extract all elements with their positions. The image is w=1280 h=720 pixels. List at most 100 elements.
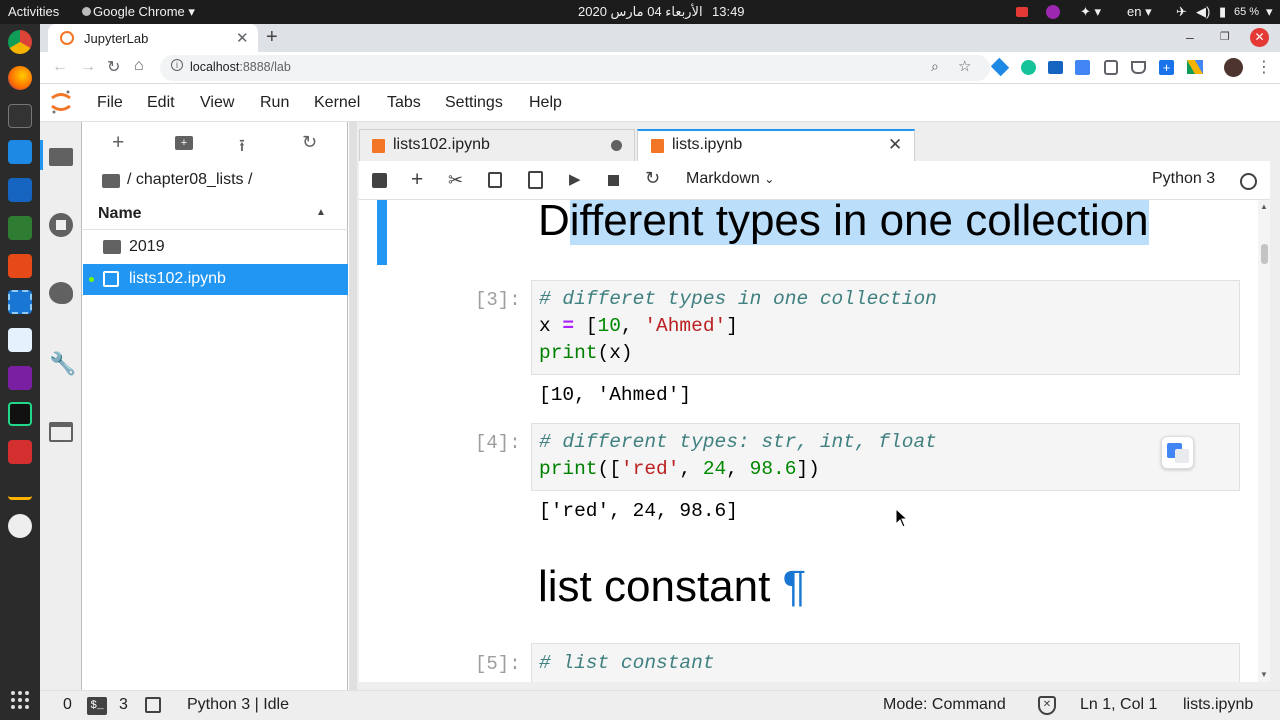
menu-help[interactable]: Help	[529, 94, 562, 112]
close-tab-icon[interactable]: ✕	[236, 29, 249, 47]
wrench-icon[interactable]: 🔧	[49, 352, 76, 376]
file-list-header[interactable]: Name ▲	[83, 200, 348, 230]
system-menu-chevron[interactable]: ▾	[1266, 4, 1273, 20]
code-cell-input[interactable]: # differet types in one collection x = […	[531, 280, 1240, 375]
drive-icon[interactable]	[1187, 60, 1203, 74]
notes-dock-icon[interactable]	[8, 328, 32, 352]
calc-dock-icon[interactable]	[8, 216, 32, 240]
translate-extension-icon[interactable]	[1075, 60, 1090, 75]
bookmark-star-icon[interactable]: ☆	[958, 57, 971, 75]
cursor-position[interactable]: Ln 1, Col 1	[1080, 696, 1157, 714]
firefox-dock-icon[interactable]	[8, 66, 32, 90]
scroll-down-arrow-icon[interactable]: ▼	[1260, 670, 1268, 679]
menu-edit[interactable]: Edit	[147, 94, 175, 112]
menu-kernel[interactable]: Kernel	[314, 94, 360, 112]
restart-icon[interactable]: ↻	[645, 168, 660, 189]
folder-icon[interactable]	[49, 148, 73, 166]
notebook-content[interactable]: Different types in one collection [3]: #…	[359, 200, 1258, 682]
extension-icon[interactable]	[1046, 5, 1060, 19]
search-dock-icon[interactable]	[8, 514, 32, 538]
new-launcher-icon[interactable]: +	[112, 131, 124, 155]
save-icon[interactable]	[372, 173, 387, 188]
url-text[interactable]: localhost:8888/lab	[190, 60, 291, 74]
airplane-icon[interactable]: ✈	[1176, 4, 1187, 20]
insert-cell-icon[interactable]: +	[411, 168, 423, 192]
restore-window-button[interactable]: ❐	[1220, 30, 1230, 43]
close-window-button[interactable]: ✕	[1250, 28, 1269, 47]
markdown-heading-1[interactable]: Different types in one collection	[538, 200, 1149, 246]
running-icon[interactable]	[49, 213, 73, 237]
extension-ext3-icon[interactable]	[1104, 60, 1118, 75]
code-cell-input[interactable]: # different types: str, int, float print…	[531, 423, 1240, 491]
volume-icon[interactable]: ◀)	[1196, 4, 1210, 20]
record-icon[interactable]	[1016, 7, 1028, 17]
upload-icon[interactable]: ⭱	[239, 133, 245, 162]
notebook-tab[interactable]: lists102.ipynb	[359, 129, 635, 161]
home-icon[interactable]: ⌂	[134, 57, 144, 75]
chrome-menu-icon[interactable]: ⋮	[1256, 57, 1272, 77]
pen-dock-icon[interactable]	[8, 476, 32, 500]
translate-icon[interactable]	[1161, 436, 1194, 469]
extension-plus-icon[interactable]: +	[1159, 60, 1174, 75]
battery-icon[interactable]: ▮	[1219, 4, 1226, 20]
browser-tab[interactable]: JupyterLab ✕	[48, 24, 258, 52]
kernel-chip-icon[interactable]	[145, 697, 161, 713]
panel-splitter[interactable]	[349, 122, 357, 690]
file-item[interactable]: 2019	[83, 232, 348, 263]
breadcrumb[interactable]: / chapter08_lists /	[127, 171, 252, 189]
impress-dock-icon[interactable]	[8, 254, 32, 278]
scrollbar-thumb[interactable]	[1261, 244, 1268, 264]
writer-dock-icon[interactable]	[8, 178, 32, 202]
scroll-up-arrow-icon[interactable]: ▲	[1260, 202, 1268, 211]
menu-tabs[interactable]: Tabs	[387, 94, 421, 112]
video-dock-icon[interactable]	[8, 366, 32, 390]
pocket-icon[interactable]	[1131, 61, 1146, 74]
profile-avatar[interactable]	[1224, 58, 1243, 77]
grammarly-icon[interactable]	[1021, 60, 1036, 75]
forward-icon[interactable]: →	[80, 58, 96, 76]
new-folder-icon[interactable]: +	[175, 136, 193, 150]
new-tab-button[interactable]: +	[266, 26, 278, 49]
screenshot-dock-icon[interactable]	[8, 290, 32, 314]
menu-file[interactable]: File	[97, 94, 123, 112]
menu-view[interactable]: View	[200, 94, 234, 112]
back-icon[interactable]: ←	[52, 58, 68, 76]
cut-icon[interactable]: ✂	[448, 170, 463, 191]
text-editor-dock-icon[interactable]	[8, 140, 32, 164]
copy-icon[interactable]	[488, 172, 502, 188]
heading-anchor-link[interactable]: ¶	[783, 562, 807, 611]
activities-button[interactable]: Activities	[8, 4, 59, 19]
terminal-dock-icon[interactable]	[8, 104, 32, 128]
menu-settings[interactable]: Settings	[445, 94, 503, 112]
terminal-icon[interactable]: $_	[87, 697, 107, 715]
chrome-dock-icon[interactable]	[8, 30, 32, 54]
anydesk-dock-icon[interactable]	[8, 440, 32, 464]
status-count-kernels[interactable]: 3	[119, 696, 128, 714]
status-count-terminals[interactable]: 0	[63, 696, 72, 714]
minimize-window-button[interactable]: –	[1186, 29, 1194, 45]
notebook-tab-active[interactable]: lists.ipynb ✕	[637, 129, 915, 162]
reload-icon[interactable]: ↻	[107, 57, 120, 77]
code-cell-input[interactable]: # list constant	[531, 643, 1240, 682]
sort-caret-icon[interactable]: ▲	[316, 207, 326, 218]
accessibility-icon[interactable]: ✦ ▾	[1080, 4, 1101, 20]
show-apps-icon[interactable]	[8, 688, 32, 712]
info-icon[interactable]: i	[171, 59, 183, 71]
kernel-name[interactable]: Python 3	[1152, 170, 1215, 188]
paste-icon[interactable]	[528, 171, 543, 189]
cell-type-select[interactable]: Markdown ⌄	[686, 170, 774, 188]
system-time[interactable]: 13:49	[712, 4, 745, 19]
file-item-selected[interactable]: lists102.ipynb	[83, 264, 348, 295]
notebook-scrollbar[interactable]: ▲ ▼	[1258, 200, 1270, 682]
stop-icon[interactable]	[608, 175, 619, 186]
unsaved-dot-icon[interactable]	[611, 140, 622, 151]
tabs-icon[interactable]	[49, 422, 73, 442]
trusted-shield-icon[interactable]: ✕	[1038, 696, 1056, 715]
column-name-header[interactable]: Name	[98, 205, 142, 223]
refresh-icon[interactable]: ↻	[302, 132, 317, 153]
language-indicator[interactable]: en ▾	[1127, 4, 1152, 20]
markdown-heading-2[interactable]: list constant ¶	[538, 562, 806, 612]
kernel-status-text[interactable]: Python 3 | Idle	[187, 696, 289, 714]
palette-icon[interactable]	[49, 282, 73, 304]
extension-ext2-icon[interactable]	[1048, 61, 1063, 74]
